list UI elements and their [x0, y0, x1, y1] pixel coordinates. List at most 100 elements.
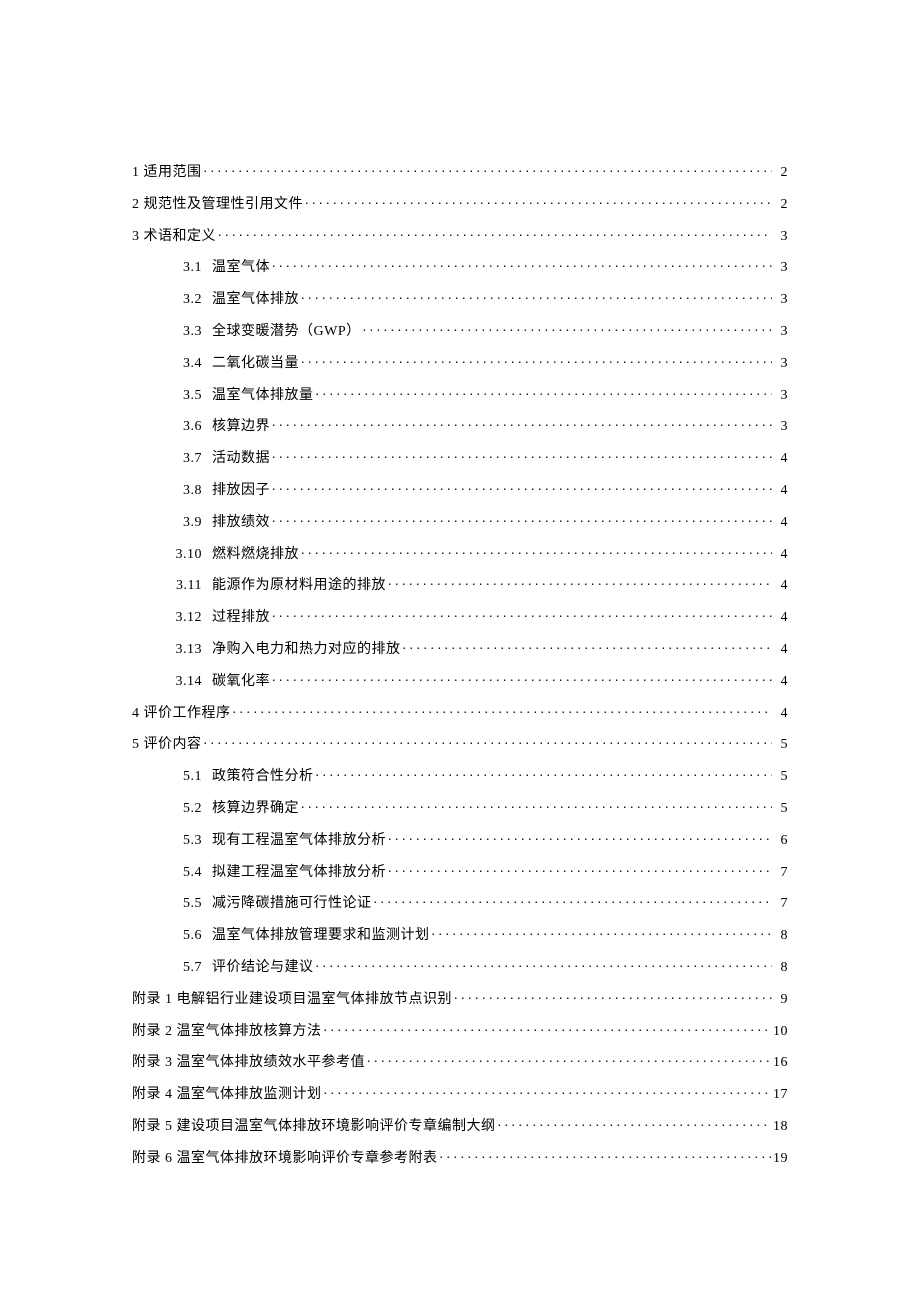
toc-entry[interactable]: 3.11能源作为原材料用途的排放4	[132, 575, 788, 593]
toc-entry-page: 3	[774, 389, 788, 403]
toc-entry-title: 温室气体排放管理要求和监测计划	[212, 929, 430, 943]
toc-leader-dots	[363, 321, 772, 335]
toc-entry[interactable]: 3.1温室气体3	[132, 257, 788, 275]
toc-entry-title: 活动数据	[212, 452, 270, 466]
toc-entry-number: 3.1	[160, 261, 212, 275]
toc-entry-title: 附录 1 电解铝行业建设项目温室气体排放节点识别	[132, 993, 452, 1007]
toc-leader-dots	[388, 862, 772, 876]
toc-entry-title: 全球变暖潜势（GWP）	[212, 325, 361, 339]
toc-entry-number: 3.13	[160, 643, 212, 657]
toc-entry[interactable]: 4 评价工作程序4	[132, 703, 788, 721]
toc-entry-page: 4	[774, 548, 788, 562]
toc-entry[interactable]: 3.10燃料燃烧排放 4	[132, 544, 788, 562]
toc-entry[interactable]: 3.8排放因子4	[132, 480, 788, 498]
document-page: 1 适用范围22 规范性及管理性引用文件23 术语和定义33.1温室气体33.2…	[0, 0, 920, 1301]
toc-entry[interactable]: 附录 1 电解铝行业建设项目温室气体排放节点识别9	[132, 989, 788, 1007]
toc-entry-page: 8	[774, 961, 788, 975]
toc-leader-dots	[301, 289, 772, 303]
toc-entry-page: 4	[774, 579, 788, 593]
toc-entry-number: 5.3	[160, 834, 212, 848]
toc-leader-dots	[272, 671, 772, 685]
toc-leader-dots	[305, 194, 772, 208]
toc-entry[interactable]: 5.1政策符合性分析5	[132, 766, 788, 784]
toc-entry-number: 3.7	[160, 452, 212, 466]
toc-entry-number: 5.7	[160, 961, 212, 975]
toc-entry-title: 燃料燃烧排放	[212, 548, 299, 562]
toc-entry-title: 附录 5 建设项目温室气体排放环境影响评价专章编制大纲	[132, 1120, 496, 1134]
toc-entry-title: 排放绩效	[212, 516, 270, 530]
toc-leader-dots	[272, 512, 772, 526]
toc-entry-title: 附录 4 温室气体排放监测计划	[132, 1088, 322, 1102]
toc-entry-number: 3.4	[160, 357, 212, 371]
toc-entry-page: 6	[774, 834, 788, 848]
toc-entry-page: 5	[774, 738, 788, 752]
toc-entry-page: 10	[773, 1025, 788, 1039]
toc-leader-dots	[324, 1084, 772, 1098]
toc-entry[interactable]: 3.12过程排放4	[132, 607, 788, 625]
toc-entry[interactable]: 附录 3 温室气体排放绩效水平参考值 16	[132, 1052, 788, 1070]
toc-entry[interactable]: 附录 5 建设项目温室气体排放环境影响评价专章编制大纲 18	[132, 1116, 788, 1134]
toc-entry-page: 16	[773, 1056, 788, 1070]
toc-entry[interactable]: 3.2温室气体排放3	[132, 289, 788, 307]
toc-entry[interactable]: 5.7评价结论与建议8	[132, 957, 788, 975]
toc-entry[interactable]: 5.3现有工程温室气体排放分析 6	[132, 830, 788, 848]
toc-entry[interactable]: 5.6温室气体排放管理要求和监测计划8	[132, 925, 788, 943]
toc-leader-dots	[301, 544, 772, 558]
toc-entry[interactable]: 附录 4 温室气体排放监测计划17	[132, 1084, 788, 1102]
toc-entry[interactable]: 3.9排放绩效 4	[132, 512, 788, 530]
toc-entry-title: 现有工程温室气体排放分析	[212, 834, 386, 848]
toc-entry[interactable]: 3.4二氧化碳当量3	[132, 353, 788, 371]
toc-entry[interactable]: 5.5减污降碳措施可行性论证7	[132, 893, 788, 911]
toc-entry-title: 温室气体排放	[212, 293, 299, 307]
toc-entry-page: 4	[774, 643, 788, 657]
toc-entry-page: 3	[774, 230, 788, 244]
toc-entry[interactable]: 3 术语和定义 3	[132, 226, 788, 244]
toc-entry-page: 3	[774, 357, 788, 371]
toc-entry[interactable]: 3.14碳氧化率4	[132, 671, 788, 689]
toc-entry[interactable]: 3.5温室气体排放量3	[132, 385, 788, 403]
toc-leader-dots	[233, 703, 773, 717]
toc-entry[interactable]: 5.4拟建工程温室气体排放分析7	[132, 862, 788, 880]
toc-entry-page: 3	[774, 325, 788, 339]
toc-entry-title: 附录 2 温室气体排放核算方法	[132, 1025, 322, 1039]
toc-entry[interactable]: 附录 6 温室气体排放环境影响评价专章参考附表19	[132, 1148, 788, 1166]
toc-entry-title: 过程排放	[212, 611, 270, 625]
toc-leader-dots	[316, 766, 773, 780]
toc-entry-title: 核算边界确定	[212, 802, 299, 816]
toc-entry-title: 能源作为原材料用途的排放	[212, 579, 386, 593]
toc-leader-dots	[301, 798, 772, 812]
toc-entry[interactable]: 2 规范性及管理性引用文件2	[132, 194, 788, 212]
toc-entry-number: 3.8	[160, 484, 212, 498]
toc-entry-page: 4	[774, 707, 788, 721]
table-of-contents: 1 适用范围22 规范性及管理性引用文件23 术语和定义33.1温室气体33.2…	[132, 162, 788, 1166]
toc-entry[interactable]: 5.2核算边界确定5	[132, 798, 788, 816]
toc-entry-title: 附录 3 温室气体排放绩效水平参考值	[132, 1056, 365, 1070]
toc-entry-number: 5.4	[160, 866, 212, 880]
toc-entry-number: 3.12	[160, 611, 212, 625]
toc-entry[interactable]: 3.6核算边界3	[132, 416, 788, 434]
toc-entry-page: 4	[774, 452, 788, 466]
toc-leader-dots	[316, 385, 773, 399]
toc-entry[interactable]: 3.7活动数据 4	[132, 448, 788, 466]
toc-leader-dots	[432, 925, 773, 939]
toc-entry-title: 减污降碳措施可行性论证	[212, 897, 372, 911]
toc-entry-title: 排放因子	[212, 484, 270, 498]
toc-entry[interactable]: 附录 2 温室气体排放核算方法 10	[132, 1021, 788, 1039]
toc-entry[interactable]: 5 评价内容5	[132, 734, 788, 752]
toc-entry-page: 18	[773, 1120, 788, 1134]
toc-leader-dots	[498, 1116, 772, 1130]
toc-entry-number: 3.5	[160, 389, 212, 403]
toc-entry-title: 碳氧化率	[212, 675, 270, 689]
toc-leader-dots	[367, 1052, 771, 1066]
toc-entry-number: 3.9	[160, 516, 212, 530]
toc-entry-title: 3 术语和定义	[132, 230, 216, 244]
toc-entry-number: 3.10	[160, 548, 212, 562]
toc-leader-dots	[403, 639, 773, 653]
toc-entry[interactable]: 3.3全球变暖潜势（GWP）3	[132, 321, 788, 339]
toc-entry-page: 7	[774, 866, 788, 880]
toc-entry-page: 4	[774, 516, 788, 530]
toc-entry-page: 3	[774, 293, 788, 307]
toc-entry[interactable]: 1 适用范围2	[132, 162, 788, 180]
toc-leader-dots	[324, 1021, 772, 1035]
toc-entry[interactable]: 3.13净购入电力和热力对应的排放4	[132, 639, 788, 657]
